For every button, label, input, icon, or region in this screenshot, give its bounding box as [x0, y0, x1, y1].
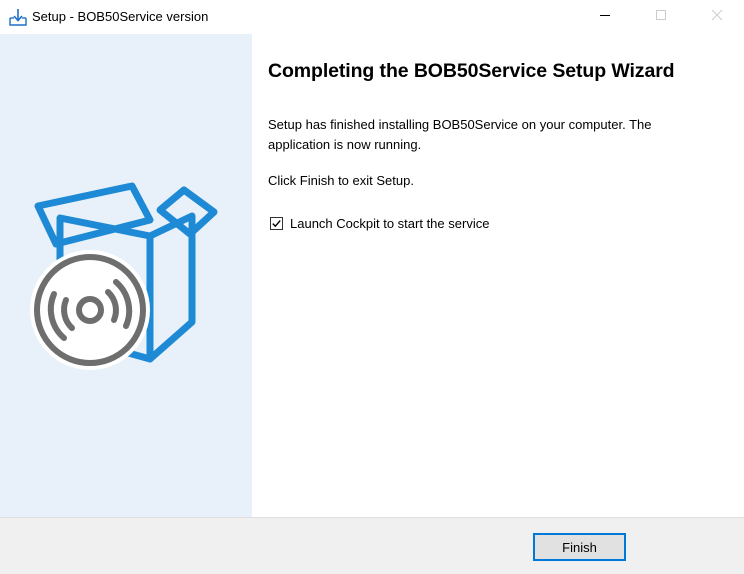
page-title: Completing the BOB50Service Setup Wizard — [268, 60, 675, 82]
window-title: Setup - BOB50Service version — [32, 9, 209, 24]
launch-cockpit-label[interactable]: Launch Cockpit to start the service — [290, 216, 489, 231]
close-icon — [711, 8, 723, 26]
launch-cockpit-option[interactable]: Launch Cockpit to start the service — [270, 214, 489, 232]
minimize-button[interactable] — [582, 0, 628, 34]
close-button[interactable] — [694, 0, 740, 34]
setup-installer-icon — [8, 7, 28, 27]
wizard-footer: Finish — [0, 517, 744, 574]
software-box-disc-icon — [30, 182, 218, 370]
maximize-icon — [655, 8, 667, 26]
wizard-banner — [0, 34, 252, 517]
maximize-button[interactable] — [638, 0, 684, 34]
finish-button[interactable]: Finish — [533, 533, 626, 561]
checkmark-icon — [272, 219, 281, 227]
setup-window: Setup - BOB50Service version Completing … — [0, 0, 744, 574]
finished-message: Setup has finished installing BOB50Servi… — [268, 117, 652, 152]
wizard-content: Completing the BOB50Service Setup Wizard… — [252, 34, 744, 517]
launch-cockpit-checkbox[interactable] — [270, 216, 283, 230]
minimize-icon — [599, 8, 611, 26]
finish-instruction: Click Finish to exit Setup. — [268, 173, 414, 188]
title-bar[interactable]: Setup - BOB50Service version — [0, 0, 744, 34]
